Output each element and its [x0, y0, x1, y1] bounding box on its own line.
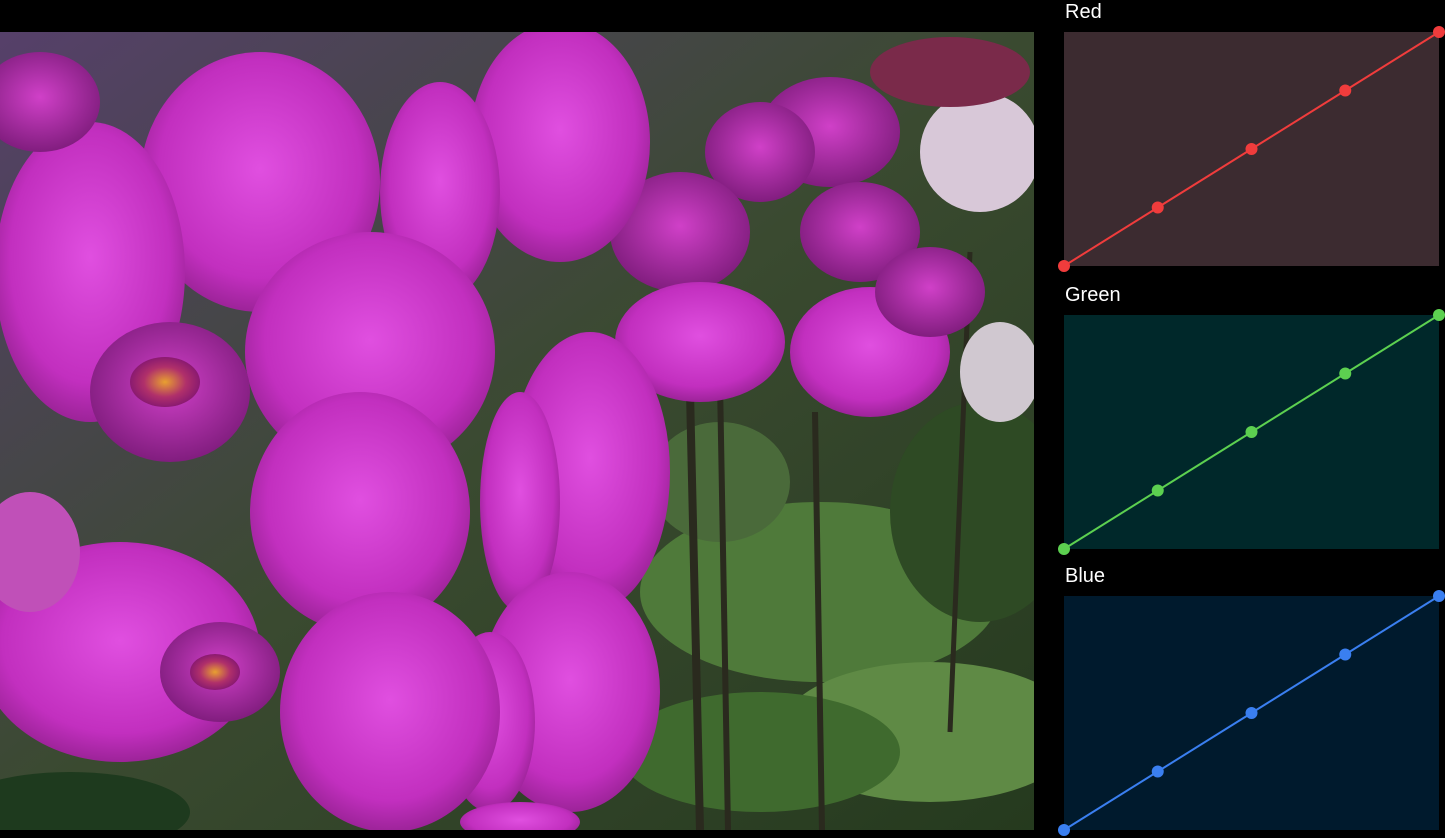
- green-curve-control-point-0[interactable]: [1058, 543, 1070, 555]
- blue-curve-control-point-0[interactable]: [1058, 824, 1070, 836]
- green-curve-label: Green: [1065, 284, 1121, 306]
- blue-curve-control-point-4[interactable]: [1433, 590, 1445, 602]
- red-curve-control-point-3[interactable]: [1339, 84, 1352, 97]
- blue-curve-control-point-3[interactable]: [1339, 648, 1352, 661]
- blue-curve-graph[interactable]: [1056, 588, 1445, 838]
- red-curve-control-point-1[interactable]: [1151, 201, 1164, 214]
- blue-curve-label: Blue: [1065, 565, 1106, 587]
- green-curve-control-point-4[interactable]: [1433, 309, 1445, 321]
- green-curve-control-point-3[interactable]: [1339, 367, 1352, 380]
- green-curve-graph[interactable]: [1056, 307, 1445, 557]
- red-curve-editor[interactable]: [1056, 24, 1445, 274]
- photo-preview: [0, 32, 1034, 830]
- red-curve-graph[interactable]: [1056, 24, 1445, 274]
- blue-curve-editor[interactable]: [1056, 588, 1445, 838]
- orchid-photo: [0, 32, 1034, 830]
- green-curve-editor[interactable]: [1056, 307, 1445, 557]
- red-curve-control-point-0[interactable]: [1058, 260, 1070, 272]
- red-curve-label: Red: [1065, 1, 1102, 23]
- blue-curve-control-point-1[interactable]: [1151, 765, 1164, 778]
- green-curve-control-point-2[interactable]: [1245, 426, 1258, 438]
- green-curve-control-point-1[interactable]: [1151, 484, 1164, 497]
- red-curve-control-point-4[interactable]: [1433, 26, 1445, 38]
- red-curve-control-point-2[interactable]: [1245, 143, 1258, 155]
- blue-curve-control-point-2[interactable]: [1245, 707, 1258, 719]
